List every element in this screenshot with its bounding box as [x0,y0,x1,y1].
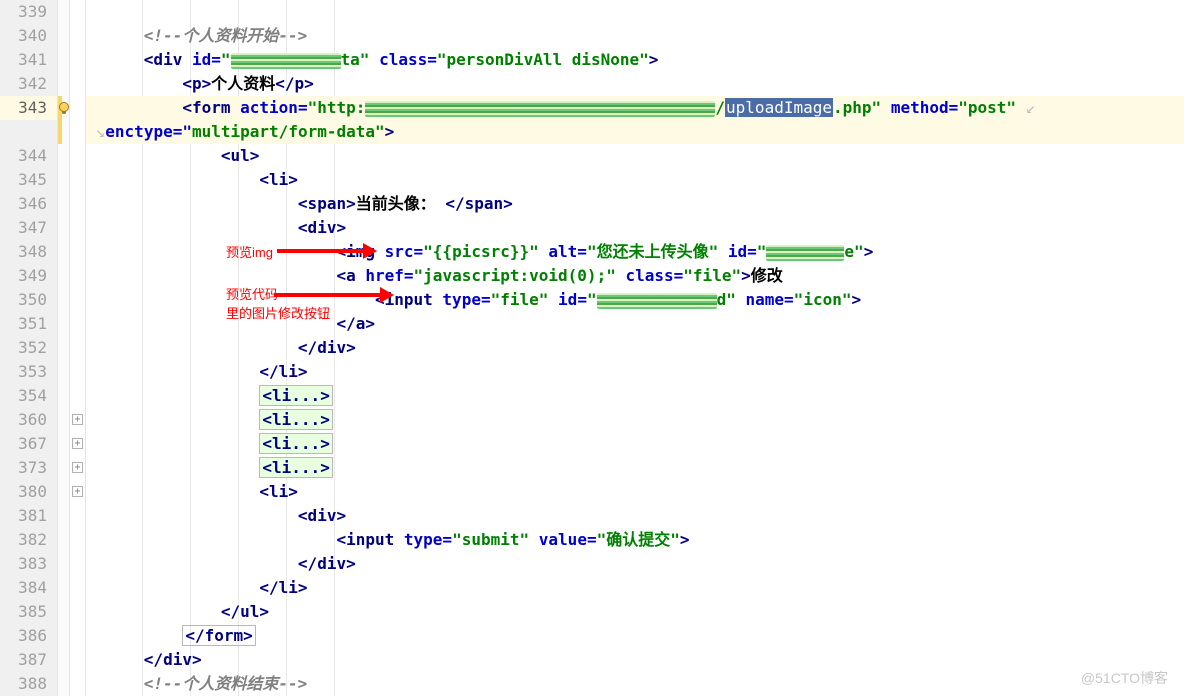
line-number: 386 [0,624,57,648]
line-number: 341 [0,48,57,72]
code-line[interactable]: <div> [86,216,1184,240]
line-number [0,120,57,144]
annotation-preview-img: 预览img [226,238,377,264]
code-line[interactable]: <span>当前头像： </span> [86,192,1184,216]
fold-toggle[interactable]: + [72,486,83,497]
fold-strip: + + + + [70,0,86,696]
code-line[interactable]: <li> [86,168,1184,192]
line-number: 352 [0,336,57,360]
line-number: 351 [0,312,57,336]
fold-toggle[interactable]: + [72,414,83,425]
line-number: 382 [0,528,57,552]
code-line[interactable]: </div> [86,336,1184,360]
fold-toggle[interactable]: + [72,438,83,449]
intention-bulb-icon[interactable] [56,100,72,116]
code-line[interactable]: <div id="ta" class="personDivAll disNone… [86,48,1184,72]
fold-toggle[interactable]: + [72,462,83,473]
line-number: 353 [0,360,57,384]
line-number: 367 [0,432,57,456]
code-line[interactable]: </li> [86,576,1184,600]
line-number-gutter: 3393403413423433443453463473483493503513… [0,0,58,696]
line-number: 343 [0,96,57,120]
code-area[interactable]: <!--个人资料开始--> <div id="ta" class="person… [86,0,1184,696]
code-line[interactable]: ↘enctype="multipart/form-data"> [86,120,1184,144]
code-line[interactable]: <li...> [86,408,1184,432]
line-number: 345 [0,168,57,192]
code-editor: 3393403413423433443453463473483493503513… [0,0,1184,696]
line-number: 373 [0,456,57,480]
code-line[interactable]: </div> [86,552,1184,576]
line-number: 380 [0,480,57,504]
code-line[interactable]: </li> [86,360,1184,384]
code-line[interactable]: <li...> [86,384,1184,408]
line-number: 340 [0,24,57,48]
line-number: 388 [0,672,57,696]
line-number: 387 [0,648,57,672]
code-line[interactable]: <p>个人资料</p> [86,72,1184,96]
line-number: 348 [0,240,57,264]
annotation-preview-code: 预览代码里的图片修改按钮 [226,282,394,324]
code-line[interactable]: <ul> [86,144,1184,168]
code-line[interactable]: <li...> [86,456,1184,480]
line-number: 385 [0,600,57,624]
line-number: 383 [0,552,57,576]
change-marker-strip [58,0,70,696]
code-line[interactable]: <div> [86,504,1184,528]
code-line[interactable] [86,0,1184,24]
line-number: 384 [0,576,57,600]
code-line[interactable]: <!--个人资料开始--> [86,24,1184,48]
code-line[interactable]: <form action="http:/uploadImage.php" met… [86,96,1184,120]
code-line[interactable]: <input type="submit" value="确认提交"> [86,528,1184,552]
line-number: 339 [0,0,57,24]
watermark: @51CTO博客 [1081,668,1168,688]
line-number: 381 [0,504,57,528]
line-number: 349 [0,264,57,288]
code-line[interactable]: <li...> [86,432,1184,456]
line-number: 342 [0,72,57,96]
line-number: 350 [0,288,57,312]
code-line[interactable]: </ul> [86,600,1184,624]
code-line[interactable]: </div> [86,648,1184,672]
code-line[interactable]: <!--个人资料结束--> [86,672,1184,696]
line-number: 346 [0,192,57,216]
code-line[interactable]: </form> [86,624,1184,648]
line-number: 360 [0,408,57,432]
code-line[interactable]: <li> [86,480,1184,504]
line-number: 344 [0,144,57,168]
line-number: 347 [0,216,57,240]
line-number: 354 [0,384,57,408]
